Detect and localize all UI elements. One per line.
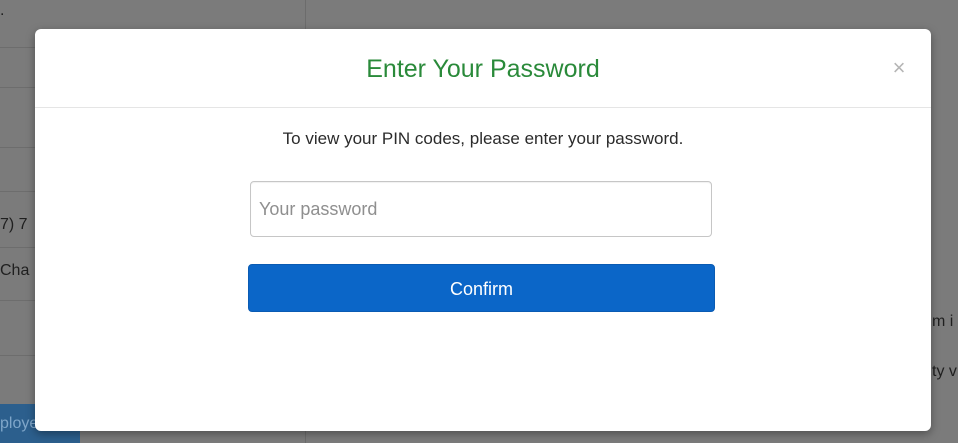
background-cell-text: . — [0, 2, 5, 19]
close-icon[interactable]: × — [891, 57, 907, 79]
confirm-button[interactable]: Confirm — [248, 264, 715, 312]
background-cell-text: ty v — [932, 363, 957, 380]
background-cell-text: Cha — [0, 262, 30, 279]
modal-title: Enter Your Password — [366, 55, 600, 83]
modal-header: Enter Your Password × — [35, 29, 931, 108]
background-cell-text: 7) 7 — [0, 216, 28, 233]
modal-message: To view your PIN codes, please enter you… — [282, 129, 684, 148]
password-modal: Enter Your Password × To view your PIN c… — [35, 29, 931, 431]
password-input[interactable] — [250, 181, 712, 237]
background-cell-text: m i — [932, 313, 954, 330]
